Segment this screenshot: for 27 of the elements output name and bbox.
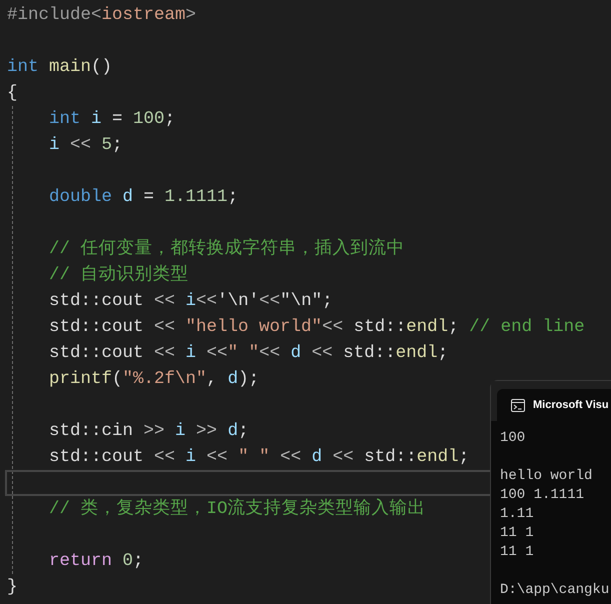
code-line: {: [7, 82, 18, 105]
code-line: int main(): [7, 56, 112, 79]
code-line: printf("%.2f\n", d);: [49, 368, 260, 391]
console-output-line: 1.11: [500, 505, 534, 524]
code-line: int i = 100;: [49, 108, 176, 131]
terminal-icon: [511, 398, 525, 412]
code-line: i << 5;: [49, 134, 123, 157]
console-tab[interactable]: Microsoft Visu: [497, 389, 611, 421]
code-line: std::cout << i <<" "<< d << std::endl;: [49, 342, 448, 365]
code-line: // 自动识别类型: [49, 264, 189, 287]
code-line: // 任何变量，都转换成字符串，插入到流中: [49, 237, 405, 261]
code-line: // 类，复杂类型，IO流支持复杂类型输入输出: [49, 497, 426, 521]
console-output-line: 100 1.1111: [500, 486, 584, 505]
console-output-line: 100: [500, 429, 526, 448]
code-line: double d = 1.1111;: [49, 186, 238, 209]
code-line: #include<iostream>: [7, 4, 196, 27]
code-line: std::cin >> i >> d;: [49, 420, 249, 443]
code-line: std::cout << i << " " << d << std::endl;: [49, 446, 470, 469]
console-output-line: 11 1: [500, 524, 534, 543]
console-output-line: D:\app\cangku: [500, 581, 610, 600]
code-line: return 0;: [49, 550, 144, 573]
code-line: }: [7, 576, 18, 599]
console-output-line: 11 1: [500, 543, 534, 562]
console-title: Microsoft Visu: [533, 398, 609, 413]
code-line: std::cout << i<<'\n'<<"\n";: [49, 290, 333, 313]
console-output-line: hello world: [500, 467, 592, 486]
code-line: std::cout << "hello world"<< std::endl; // end line: [49, 316, 585, 339]
